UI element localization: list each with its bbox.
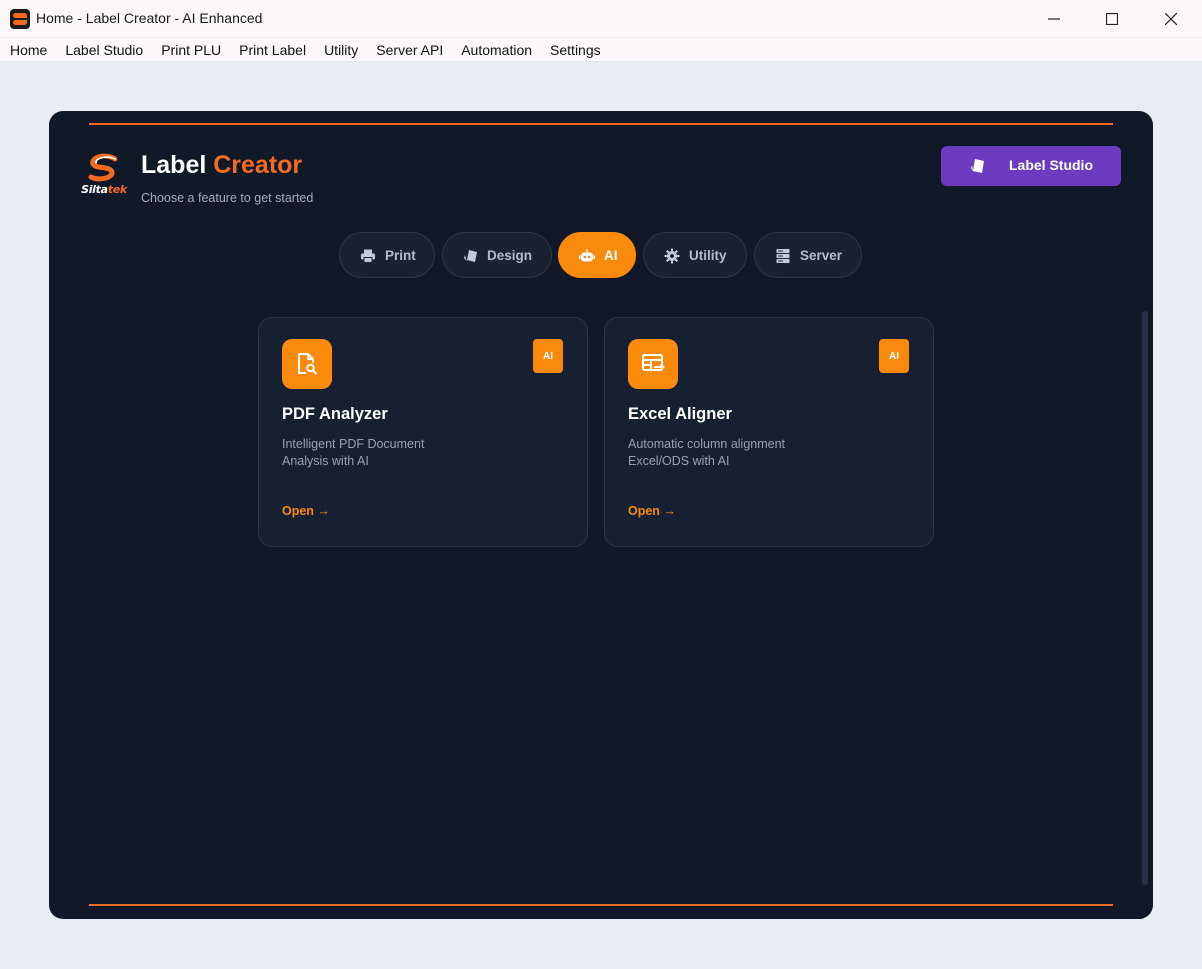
robot-icon <box>579 249 595 262</box>
open-link[interactable]: Open → <box>628 504 676 518</box>
ai-badge: AI <box>879 339 909 373</box>
app-icon <box>10 9 30 29</box>
tab-server[interactable]: Server <box>754 232 862 278</box>
window-title: Home - Label Creator - AI Enhanced <box>36 10 263 26</box>
server-icon <box>776 249 790 263</box>
maximize-button[interactable] <box>1089 0 1135 38</box>
ai-badge: AI <box>533 339 563 373</box>
page-title: Label Creator <box>141 151 302 180</box>
card-description-line: Intelligent PDF Document <box>282 437 425 451</box>
close-button[interactable] <box>1148 0 1194 38</box>
page-subtitle: Choose a feature to get started <box>141 191 314 205</box>
top-accent-line <box>89 123 1113 125</box>
open-link[interactable]: Open → <box>282 504 330 518</box>
card-pdf-analyzer-icon <box>282 339 332 389</box>
page-title-main: Label <box>141 151 207 179</box>
tab-design[interactable]: Design <box>442 232 552 278</box>
card-pdf-analyzer[interactable]: AI PDF Analyzer Intelligent PDF Document… <box>258 317 588 547</box>
card-title: PDF Analyzer <box>282 405 388 423</box>
tab-ai-label: AI <box>604 248 618 263</box>
page-title-accent: Creator <box>213 151 303 179</box>
menu-item-home[interactable]: Home <box>1 38 56 62</box>
logo-wordmark: Siltatek <box>81 183 127 196</box>
menu-item-settings[interactable]: Settings <box>541 38 610 62</box>
minimize-icon <box>1048 18 1060 20</box>
tab-print-label: Print <box>385 248 416 263</box>
tab-ai[interactable]: AI <box>558 232 636 278</box>
table-align-icon <box>642 354 665 371</box>
tab-design-label: Design <box>487 248 533 263</box>
card-description-line: Excel/ODS with AI <box>628 454 730 468</box>
scrollbar-thumb[interactable] <box>1142 311 1148 885</box>
shapes-icon <box>464 250 477 262</box>
menu-bar: Home Label Studio Print PLU Print Label … <box>0 38 1202 62</box>
tag-icon <box>971 159 984 173</box>
menu-item-utility[interactable]: Utility <box>315 38 367 62</box>
menu-item-label-studio[interactable]: Label Studio <box>56 38 152 62</box>
card-title: Excel Aligner <box>628 405 732 423</box>
card-excel-aligner[interactable]: AI Excel Aligner Automatic column alignm… <box>604 317 934 547</box>
menu-item-server-api[interactable]: Server API <box>367 38 452 62</box>
printer-icon <box>361 249 375 263</box>
menu-item-print-plu[interactable]: Print PLU <box>152 38 230 62</box>
file-search-icon <box>298 353 317 375</box>
maximize-icon <box>1106 13 1118 25</box>
label-studio-button-label: Label Studio <box>1009 157 1093 173</box>
menu-item-automation[interactable]: Automation <box>452 38 541 62</box>
menu-item-print-label[interactable]: Print Label <box>230 38 315 62</box>
card-description-line: Automatic column alignment <box>628 437 786 451</box>
tab-utility-label: Utility <box>689 248 727 263</box>
card-excel-aligner-icon <box>628 339 678 389</box>
gear-icon <box>664 248 680 264</box>
tab-print[interactable]: Print <box>339 232 435 278</box>
close-icon <box>1165 13 1177 25</box>
card-description-line: Analysis with AI <box>282 454 369 468</box>
title-bar: Home - Label Creator - AI Enhanced <box>0 0 1202 38</box>
card-description: Automatic column alignment Excel/ODS wit… <box>628 436 808 470</box>
label-studio-button[interactable]: Label Studio <box>941 146 1121 186</box>
bottom-accent-line <box>89 904 1113 906</box>
tab-utility[interactable]: Utility <box>643 232 747 278</box>
siltatek-logo: Siltatek <box>81 153 127 201</box>
tab-server-label: Server <box>800 248 843 263</box>
main-panel: Siltatek Label Creator Choose a feature … <box>49 111 1153 919</box>
logo-swoosh-icon <box>88 153 118 182</box>
minimize-button[interactable] <box>1031 0 1077 38</box>
card-description: Intelligent PDF Document Analysis with A… <box>282 436 462 470</box>
